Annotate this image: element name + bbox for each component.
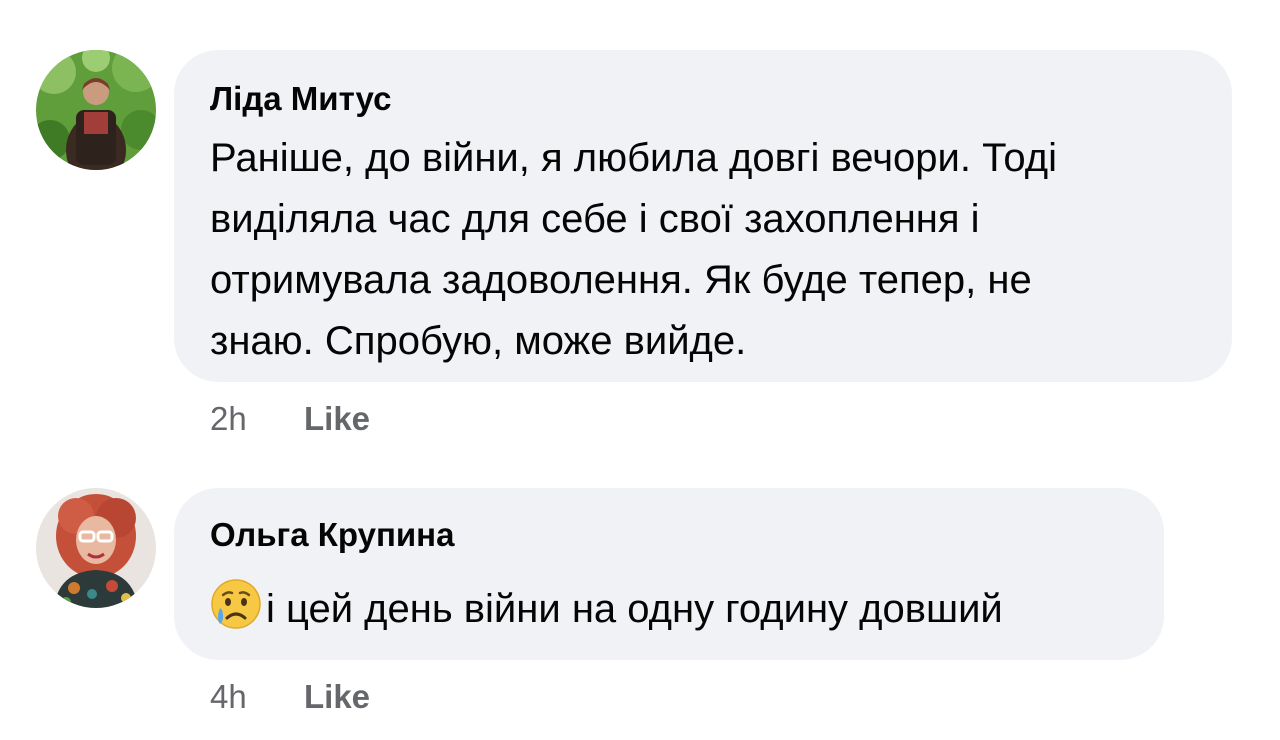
comment-meta: 4h Like [210,678,370,716]
comment-text-line: виділяла час для себе і свої захоплення … [210,197,980,241]
comment-text-line: Раніше, до війни, я любила довгі вечори.… [210,136,1057,180]
timestamp[interactable]: 4h [210,678,304,716]
comment-text: і цей день війни на одну годину довший [210,578,1003,648]
avatar[interactable] [36,488,156,608]
avatar[interactable] [36,50,156,170]
comment-author[interactable]: Ольга Крупина [210,516,454,554]
comment-text-line: отримувала задоволення. Як буде тепер, н… [210,258,1032,302]
comment-text: Раніше, до війни, я любила довгі вечори.… [210,128,1057,372]
comment-text-line: і цей день війни на одну годину довший [266,587,1003,631]
like-button[interactable]: Like [304,678,370,715]
comment-text-line: знаю. Спробую, може вийде. [210,319,747,363]
comment-bubble: Ольга Крупина і цей день війни на одну г… [174,488,1164,660]
sad-but-relieved-face-icon [210,578,262,648]
like-button[interactable]: Like [304,400,370,437]
comment-author[interactable]: Ліда Митус [210,80,391,118]
comment-bubble: Ліда Митус Раніше, до війни, я любила до… [174,50,1232,382]
timestamp[interactable]: 2h [210,400,304,438]
comment-meta: 2h Like [210,400,370,438]
